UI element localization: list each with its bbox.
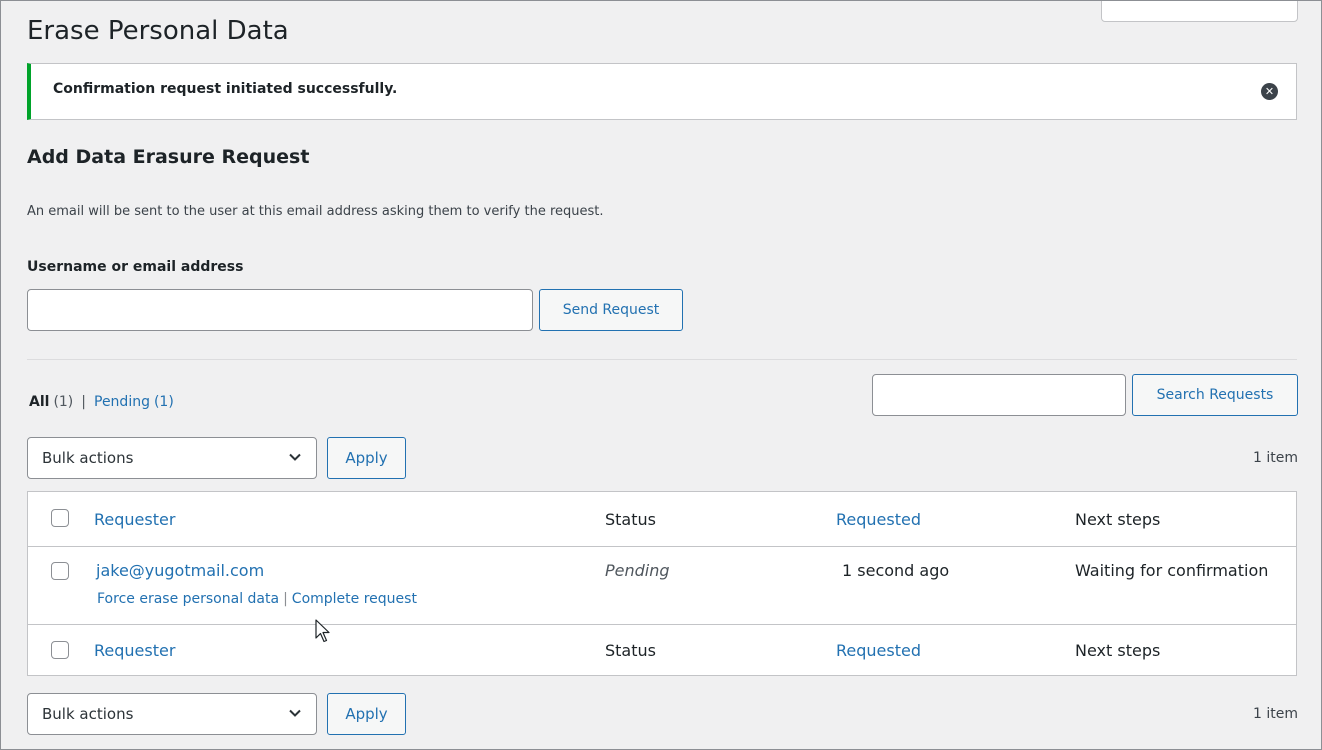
- select-all-checkbox[interactable]: [51, 509, 69, 527]
- column-requested-footer[interactable]: Requested: [836, 641, 921, 660]
- filter-all-count: (1): [53, 394, 74, 410]
- items-count-top: 1 item: [1253, 450, 1298, 466]
- force-erase-link[interactable]: Force erase personal data: [97, 591, 279, 607]
- filter-separator: |: [81, 394, 86, 410]
- search-requests-input[interactable]: [872, 374, 1126, 416]
- chevron-down-icon: [289, 709, 301, 717]
- column-requested[interactable]: Requested: [836, 510, 921, 529]
- screen-options-tab[interactable]: [1101, 1, 1298, 22]
- column-status: Status: [605, 510, 656, 529]
- complete-request-link[interactable]: Complete request: [292, 591, 417, 607]
- bulk-actions-selected-top: Bulk actions: [42, 449, 134, 467]
- column-next-steps-footer: Next steps: [1075, 641, 1161, 660]
- status-filter-links: All (1) | Pending (1): [29, 394, 174, 410]
- row-actions: Force erase personal data | Complete reque…: [97, 591, 417, 607]
- requester-email[interactable]: jake@yugotmail.com: [96, 561, 264, 580]
- requests-table: Requester Status Requested Next steps ja…: [27, 491, 1297, 676]
- filter-pending[interactable]: Pending: [94, 394, 150, 410]
- column-requester[interactable]: Requester: [94, 510, 175, 529]
- search-requests-button[interactable]: Search Requests: [1132, 374, 1298, 416]
- filter-pending-count: (1): [153, 394, 174, 410]
- status-value: Pending: [605, 561, 670, 580]
- apply-button-top[interactable]: Apply: [327, 437, 406, 479]
- add-request-description: An email will be sent to the user at thi…: [27, 204, 604, 219]
- bulk-actions-selected-bottom: Bulk actions: [42, 705, 134, 723]
- notice-message: Confirmation request initiated successfu…: [53, 81, 398, 97]
- row-action-separator: |: [283, 591, 288, 607]
- next-steps-value: Waiting for confirmation: [1075, 561, 1269, 580]
- send-request-button[interactable]: Send Request: [539, 289, 683, 331]
- requested-value: 1 second ago: [842, 561, 950, 580]
- table-header-row: Requester Status Requested Next steps: [28, 492, 1296, 547]
- dismiss-circle-icon[interactable]: ✕: [1261, 83, 1278, 100]
- section-divider: [27, 359, 1297, 360]
- username-email-label: Username or email address: [27, 259, 244, 275]
- row-checkbox[interactable]: [51, 562, 69, 580]
- mouse-cursor-icon: [315, 619, 330, 643]
- select-all-checkbox-footer[interactable]: [51, 641, 69, 659]
- column-status-footer: Status: [605, 641, 656, 660]
- add-request-heading: Add Data Erasure Request: [27, 146, 310, 168]
- chevron-down-icon: [289, 453, 301, 461]
- app-frame: Erase Personal Data Confirmation request…: [0, 0, 1322, 750]
- table-footer-row: Requester Status Requested Next steps: [28, 624, 1296, 675]
- column-next-steps: Next steps: [1075, 510, 1161, 529]
- filter-all[interactable]: All: [29, 394, 49, 410]
- apply-button-bottom[interactable]: Apply: [327, 693, 406, 735]
- column-requester-footer[interactable]: Requester: [94, 641, 175, 660]
- bulk-actions-select-bottom[interactable]: Bulk actions: [27, 693, 317, 735]
- success-notice: Confirmation request initiated successfu…: [27, 63, 1297, 120]
- bulk-actions-select-top[interactable]: Bulk actions: [27, 437, 317, 479]
- items-count-bottom: 1 item: [1253, 706, 1298, 722]
- table-row: jake@yugotmail.com Force erase personal …: [28, 547, 1296, 624]
- page-title: Erase Personal Data: [27, 16, 289, 46]
- username-email-input[interactable]: [27, 289, 533, 331]
